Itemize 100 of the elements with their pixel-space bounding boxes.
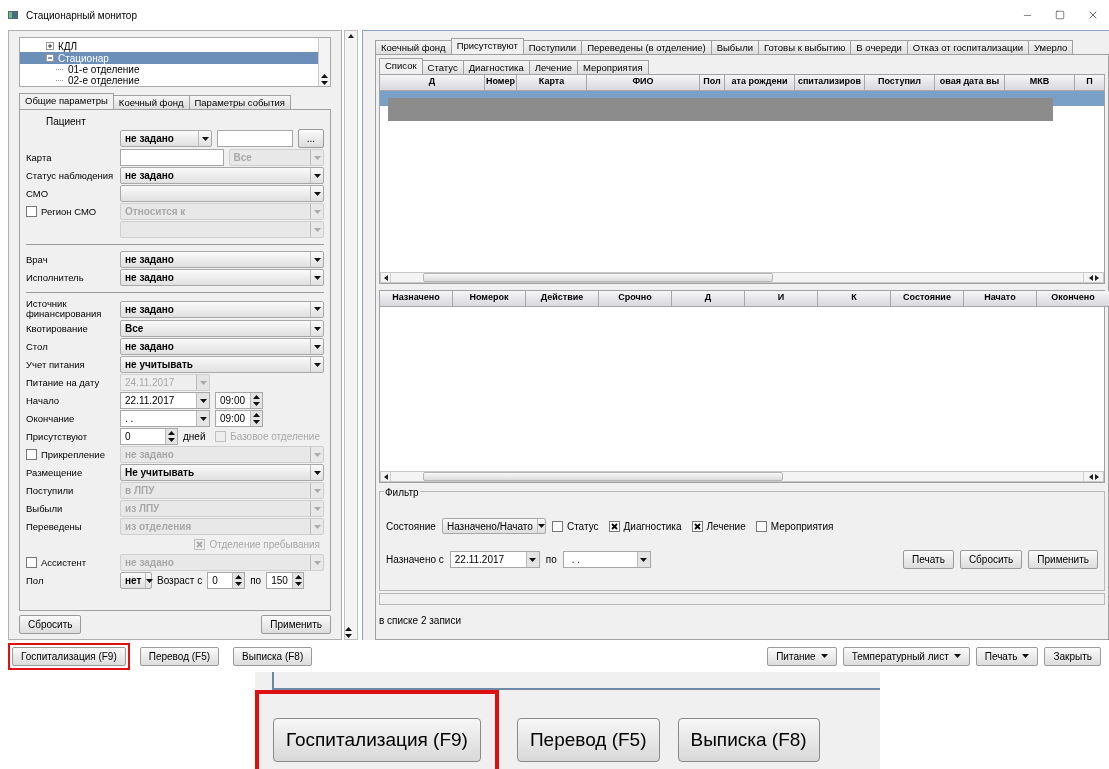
column-header[interactable]: Окончено	[1037, 291, 1109, 307]
column-header[interactable]: МКВ	[1005, 75, 1075, 91]
dropdown[interactable]: не задано	[120, 269, 324, 286]
tab[interactable]: Присутствуют	[450, 38, 524, 54]
column-header[interactable]: Поступил	[865, 75, 935, 91]
column-header[interactable]: Пол	[700, 75, 725, 91]
toolbar-button[interactable]: Питание	[767, 646, 837, 666]
expand-icon[interactable]	[46, 42, 54, 50]
horizontal-scrollbar[interactable]	[380, 471, 1104, 482]
tab[interactable]: Отказ от госпитализации	[906, 40, 1029, 54]
checkbox[interactable]	[26, 449, 37, 460]
spin-field[interactable]: 09:00	[215, 392, 263, 409]
action-button[interactable]: Выписка (F8)	[233, 646, 313, 666]
tab[interactable]: Готовы к выбытию	[758, 40, 852, 54]
tab[interactable]: В очереди	[850, 40, 908, 54]
tab[interactable]: Параметры события	[188, 95, 291, 109]
horizontal-scrollbar[interactable]	[380, 272, 1104, 283]
dropdown[interactable]: Назначено/Начато	[441, 518, 546, 534]
browse-button[interactable]: ...	[297, 129, 324, 148]
tree-item[interactable]: 02-е отделение	[20, 75, 318, 86]
form-button[interactable]: Сбросить	[19, 615, 82, 634]
tab[interactable]: Общие параметры	[19, 93, 114, 109]
column-header[interactable]: И	[745, 291, 818, 307]
column-header[interactable]: К	[818, 291, 891, 307]
column-header[interactable]: Действие	[526, 291, 599, 307]
spin-arrows-icon	[345, 626, 352, 639]
tree-item[interactable]: 01-е отделение	[20, 64, 318, 75]
column-header[interactable]: Начато	[964, 291, 1037, 307]
dropdown[interactable]: нет	[120, 572, 152, 589]
action-button[interactable]: Госпитализация (F9)	[12, 646, 126, 666]
dropdown[interactable]: не задано	[120, 167, 324, 184]
checkbox[interactable]	[755, 520, 767, 532]
tab[interactable]: Переведены (в отделение)	[581, 40, 712, 54]
action-button[interactable]: Перевод (F5)	[516, 718, 660, 762]
spin-field[interactable]: 150	[266, 572, 305, 589]
checkbox[interactable]	[26, 557, 37, 568]
dropdown[interactable]: не задано	[120, 300, 324, 318]
date-field[interactable]: 22.11.2017	[120, 392, 210, 409]
tab[interactable]: Диагностика	[462, 60, 530, 74]
caret-icon	[313, 362, 321, 367]
text-field[interactable]	[217, 130, 293, 147]
maximize-icon[interactable]	[1055, 10, 1065, 20]
caret-icon	[1022, 654, 1030, 658]
tab[interactable]: Умерло	[1028, 40, 1074, 54]
spin-field[interactable]: 09:00	[215, 410, 263, 427]
checkbox[interactable]	[26, 206, 37, 217]
dropdown[interactable]: не учитывать	[120, 356, 324, 373]
column-header[interactable]: Номер	[485, 75, 517, 91]
date-field[interactable]: . .	[562, 551, 651, 568]
tab[interactable]: Поступили	[522, 40, 583, 54]
dropdown[interactable]: не задано	[120, 130, 212, 147]
caret-icon	[313, 524, 321, 529]
field-label: Ассистент	[41, 557, 87, 568]
action-button[interactable]: Перевод (F5)	[139, 646, 220, 666]
text-field[interactable]	[120, 149, 224, 166]
form-button[interactable]: Применить	[261, 615, 331, 634]
column-header[interactable]: овая дата вы	[935, 75, 1005, 91]
column-header[interactable]: Д	[380, 75, 485, 91]
toolbar-button[interactable]: Закрыть	[1044, 646, 1101, 666]
column-header[interactable]: Назначено	[380, 291, 453, 307]
tab[interactable]: Лечение	[528, 60, 578, 74]
toolbar-button[interactable]: Печать	[975, 646, 1039, 666]
filter-button[interactable]: Печать	[903, 550, 954, 569]
date-field[interactable]: . .	[120, 410, 210, 427]
column-header[interactable]: Срочно	[599, 291, 672, 307]
vertical-scrollbar[interactable]	[344, 30, 358, 640]
checkbox[interactable]	[691, 520, 703, 532]
column-header[interactable]: ата рождени	[725, 75, 795, 91]
tab[interactable]: Список	[379, 58, 423, 74]
spin-field[interactable]: 0	[207, 572, 246, 589]
tab[interactable]: Мероприятия	[577, 60, 649, 74]
close-icon[interactable]	[1087, 9, 1099, 21]
collapse-icon[interactable]	[46, 54, 54, 62]
tab[interactable]: Коечный фонд	[112, 95, 190, 109]
column-header[interactable]: П	[1075, 75, 1105, 91]
dropdown[interactable]: не задано	[120, 251, 324, 268]
toolbar-button[interactable]: Температурный лист	[842, 646, 970, 666]
dropdown[interactable]	[120, 185, 324, 202]
checkbox[interactable]	[551, 520, 563, 532]
action-button[interactable]: Выписка (F8)	[677, 718, 820, 762]
vertical-scrollbar[interactable]	[318, 38, 330, 86]
tree-item[interactable]: КДЛ	[20, 40, 318, 52]
tab[interactable]: Коечный фонд	[375, 40, 452, 54]
spin-field[interactable]: 0	[120, 428, 178, 445]
tab[interactable]: Статус	[421, 60, 464, 74]
action-button[interactable]: Госпитализация (F9)	[273, 718, 481, 762]
column-header[interactable]: Д	[672, 291, 745, 307]
date-field[interactable]: 22.11.2017	[449, 551, 540, 568]
column-header[interactable]: Состояние	[891, 291, 964, 307]
dropdown[interactable]: Все	[120, 320, 324, 337]
filter-button[interactable]: Сбросить	[959, 550, 1023, 569]
column-header[interactable]: спитализиров	[795, 75, 865, 91]
dropdown[interactable]: не задано	[120, 338, 324, 355]
filter-button[interactable]: Применить	[1028, 550, 1098, 569]
tab[interactable]: Выбыли	[710, 40, 759, 54]
dropdown[interactable]: Не учитывать	[120, 464, 324, 481]
column-header[interactable]: Номерок	[453, 291, 526, 307]
checkbox[interactable]	[608, 520, 620, 532]
column-header[interactable]: Карта	[517, 75, 587, 91]
column-header[interactable]: ФИО	[587, 75, 700, 91]
